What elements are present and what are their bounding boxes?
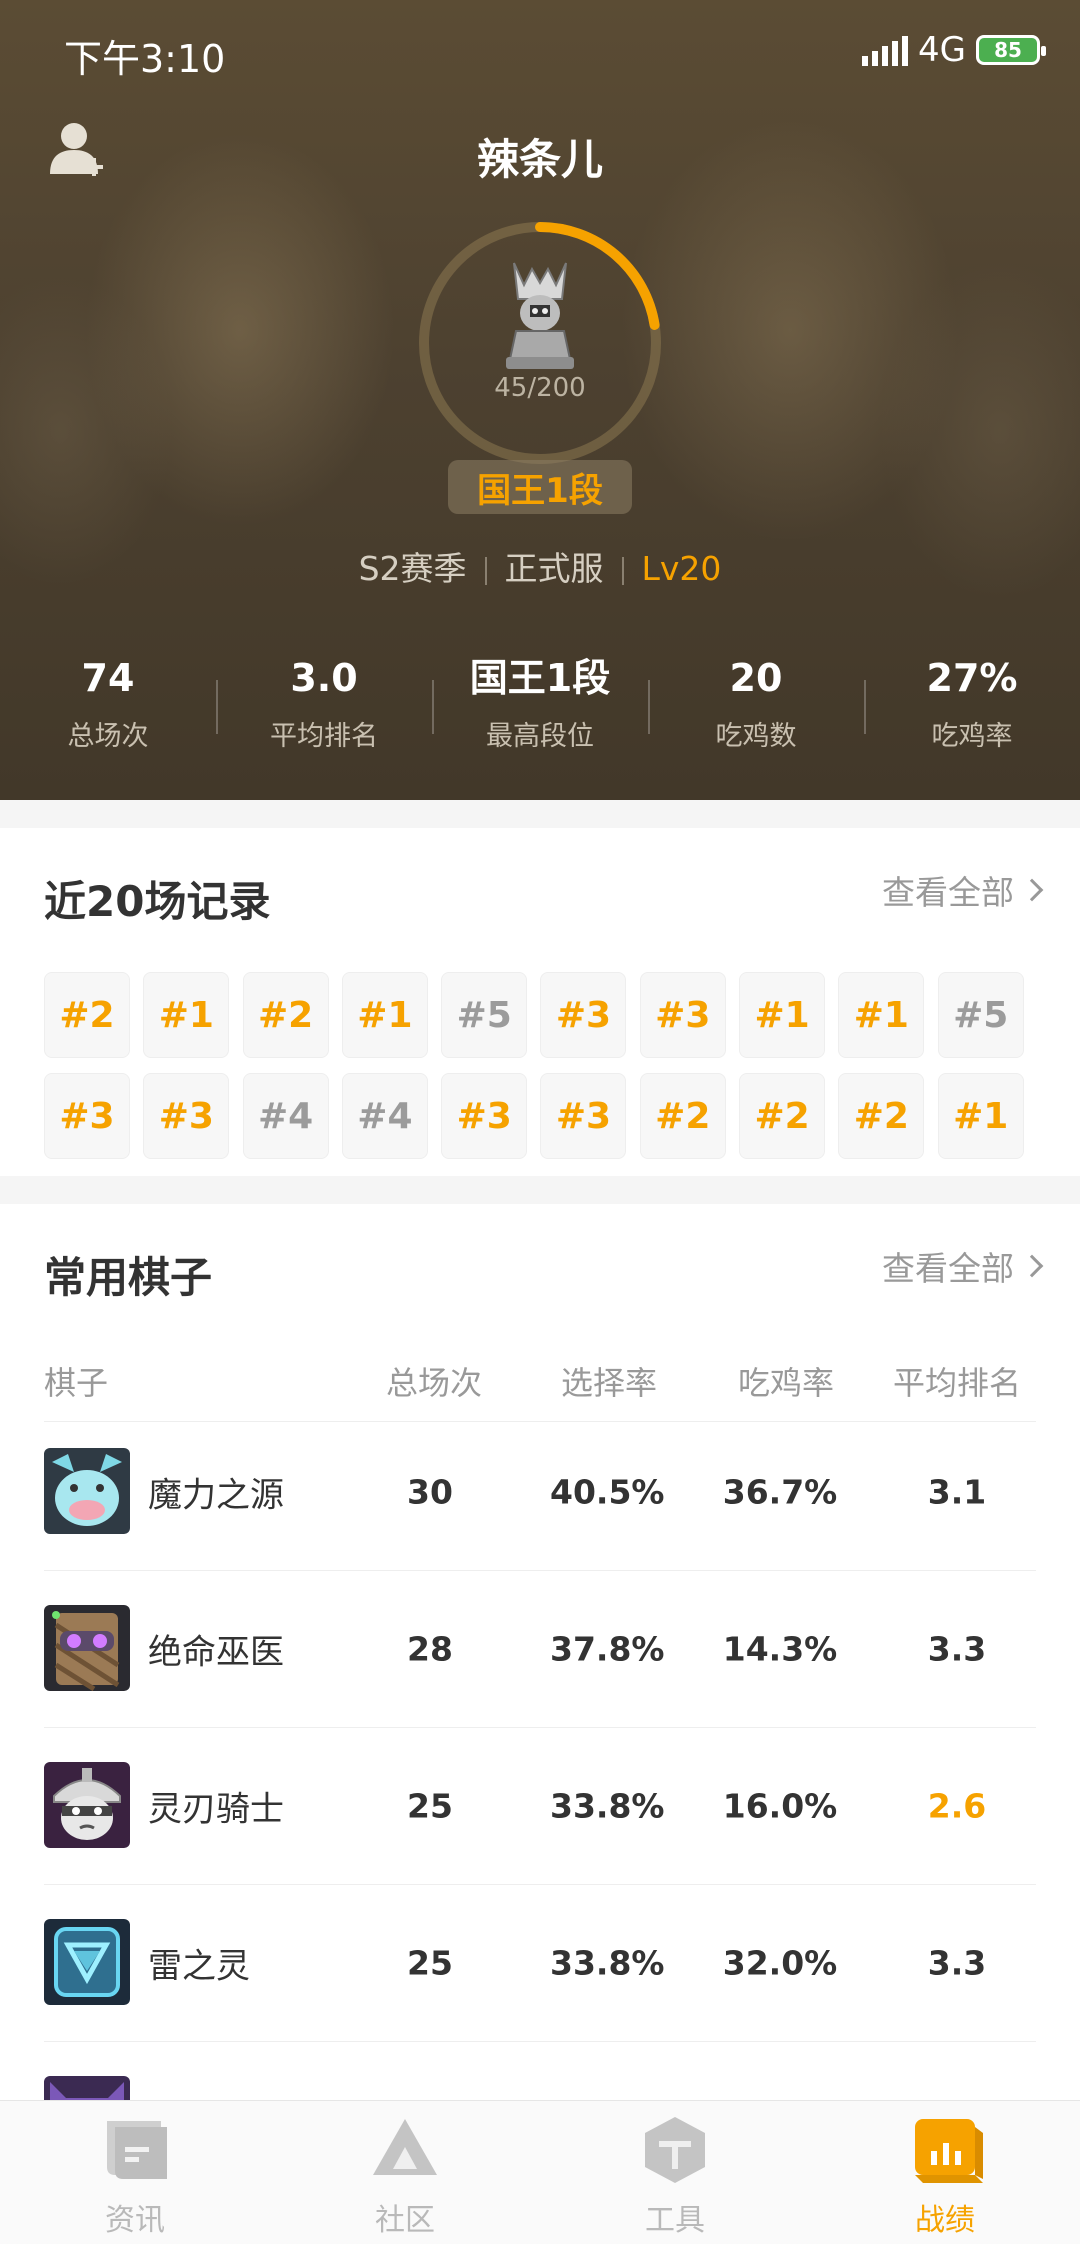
record-chip[interactable]: #3 bbox=[639, 972, 726, 1058]
piece-avg-rank: 3.3 bbox=[927, 1943, 987, 1983]
recent-records-title: 近20场记录 bbox=[44, 877, 271, 926]
record-chip[interactable]: #3 bbox=[441, 1073, 528, 1159]
recent-records-card: 近20场记录 查看全部 #2 #1 #2 #1 #5 #3 #3 #1 #1 #5 #3 #3 #4 #4… bbox=[0, 828, 1080, 1176]
pieces-table-body: 魔力之源 30 40.5% 36.7% 3.1 绝命巫医 28 37.8% 14… bbox=[44, 1414, 1036, 2104]
record-chip[interactable]: #2 bbox=[242, 972, 329, 1058]
record-chip[interactable]: #1 bbox=[838, 972, 925, 1058]
nav-community[interactable]: 社区 bbox=[270, 2101, 540, 2244]
level-label: Lv20 bbox=[641, 549, 722, 588]
piece-name: 绝命巫医 bbox=[148, 1632, 284, 1673]
stat-wins: 20 吃鸡数 bbox=[648, 650, 864, 770]
table-row[interactable]: 魔力之源 30 40.5% 36.7% 3.1 bbox=[44, 1414, 1036, 1571]
record-chip[interactable]: #4 bbox=[242, 1073, 329, 1159]
piece-name: 雷之灵 bbox=[148, 1946, 250, 1987]
header-piece: 棋子 bbox=[44, 1364, 109, 1402]
status-bar: 下午3:10 4G 85 bbox=[0, 0, 1080, 100]
piece-pick-rate: 40.5% bbox=[550, 1472, 665, 1512]
signal-icon bbox=[862, 34, 909, 66]
piece-avg-rank: 3.3 bbox=[927, 1629, 987, 1669]
header-win-rate: 吃鸡率 bbox=[737, 1364, 834, 1402]
piece-games: 28 bbox=[407, 1629, 453, 1669]
pieces-table-header: 棋子 总场次 选择率 吃鸡率 平均排名 bbox=[44, 1352, 1036, 1422]
table-row[interactable] bbox=[44, 2042, 1036, 2104]
piece-avg-rank: 2.6 bbox=[927, 1786, 987, 1826]
blade-knight-icon bbox=[44, 1762, 130, 1848]
profile-meta: S2赛季 正式服 Lv20 bbox=[0, 542, 1080, 590]
nav-records[interactable]: 战绩 bbox=[810, 2101, 1080, 2244]
table-row[interactable]: 灵刃骑士 25 33.8% 16.0% 2.6 bbox=[44, 1728, 1036, 1885]
status-time: 下午3:10 bbox=[64, 37, 226, 81]
record-chip[interactable]: #2 bbox=[639, 1073, 726, 1159]
rank-progress-ring: 45/200 bbox=[412, 215, 668, 471]
record-chip[interactable]: #4 bbox=[341, 1073, 428, 1159]
status-icons: 4G 85 bbox=[862, 30, 1046, 70]
battery-level: 85 bbox=[994, 38, 1022, 62]
server-label: 正式服 bbox=[504, 549, 604, 588]
witch-doctor-icon bbox=[44, 1605, 130, 1692]
record-chip[interactable]: #2 bbox=[838, 1073, 925, 1159]
records-icon bbox=[905, 2113, 985, 2187]
pieces-view-all-link[interactable]: 查看全部 bbox=[882, 1242, 1044, 1290]
table-row[interactable]: 绝命巫医 28 37.8% 14.3% 3.3 bbox=[44, 1571, 1036, 1728]
nav-tools[interactable]: 工具 bbox=[540, 2101, 810, 2244]
battery-icon: 85 bbox=[976, 35, 1046, 65]
records-grid: #2 #1 #2 #1 #5 #3 #3 #1 #1 #5 #3 #3 #4 #4 #3 #3 #2 #2 #2 #1 bbox=[44, 972, 1038, 1159]
tools-icon bbox=[635, 2113, 715, 2187]
community-icon bbox=[365, 2113, 445, 2187]
header-avg-rank: 平均排名 bbox=[892, 1364, 1021, 1402]
record-chip[interactable]: #3 bbox=[540, 1073, 627, 1159]
chevron-right-icon bbox=[1020, 1254, 1044, 1278]
header-pick-rate: 选择率 bbox=[560, 1364, 657, 1402]
piece-name: 魔力之源 bbox=[148, 1475, 284, 1516]
stat-highest-rank: 国王1段 最高段位 bbox=[432, 650, 648, 770]
piece-win-rate: 36.7% bbox=[722, 1472, 838, 1512]
common-pieces-title: 常用棋子 bbox=[44, 1253, 213, 1302]
record-chip[interactable]: #1 bbox=[739, 972, 826, 1058]
piece-games: 25 bbox=[407, 1786, 453, 1826]
record-chip[interactable]: #5 bbox=[937, 972, 1024, 1058]
stats-row: 74 总场次 3.0 平均排名 国王1段 最高段位 20 吃鸡数 27% 吃鸡率 bbox=[0, 650, 1080, 770]
piece-games: 30 bbox=[407, 1472, 453, 1512]
bottom-navigation: 资讯 社区 工具 战绩 bbox=[0, 2100, 1080, 2244]
recent-view-all-link[interactable]: 查看全部 bbox=[882, 866, 1044, 914]
record-chip[interactable]: #3 bbox=[540, 972, 627, 1058]
stat-total-games: 74 总场次 bbox=[67, 656, 149, 752]
news-icon bbox=[95, 2113, 175, 2187]
piece-win-rate: 14.3% bbox=[722, 1629, 838, 1669]
piece-pick-rate: 37.8% bbox=[550, 1629, 665, 1669]
common-pieces-card: 常用棋子 查看全部 棋子 总场次 选择率 吃鸡率 平均排名 魔力之源 30 40… bbox=[0, 1204, 1080, 2104]
record-chip[interactable]: #1 bbox=[143, 972, 230, 1058]
piece-name: 灵刃骑士 bbox=[148, 1789, 284, 1830]
piece-avg-rank: 3.1 bbox=[927, 1472, 987, 1512]
network-type: 4G bbox=[918, 30, 966, 70]
table-row[interactable]: 雷之灵 25 33.8% 32.0% 3.3 bbox=[44, 1885, 1036, 2042]
stat-win-rate: 27% 吃鸡率 bbox=[864, 650, 1080, 770]
piece-pick-rate: 33.8% bbox=[550, 1943, 665, 1983]
profile-header: 下午3:10 4G 85 辣条儿 45/200 国王1段 S2赛季 正式服 Lv… bbox=[0, 0, 1080, 800]
record-chip[interactable]: #3 bbox=[143, 1073, 230, 1159]
record-chip[interactable]: #2 bbox=[739, 1073, 826, 1159]
record-chip[interactable]: #5 bbox=[441, 972, 528, 1058]
rank-progress-text: 45/200 bbox=[494, 373, 586, 403]
header-total-games: 总场次 bbox=[385, 1364, 482, 1402]
piece-pick-rate: 33.8% bbox=[550, 1786, 665, 1826]
record-chip[interactable]: #1 bbox=[937, 1073, 1024, 1159]
record-chip[interactable]: #3 bbox=[44, 1073, 130, 1159]
thunder-spirit-icon bbox=[44, 1919, 130, 2005]
stat-avg-rank: 3.0 平均排名 bbox=[216, 650, 432, 770]
season-label: S2赛季 bbox=[358, 549, 467, 588]
mana-source-icon bbox=[44, 1448, 130, 1534]
record-chip[interactable]: #2 bbox=[44, 972, 130, 1058]
record-chip[interactable]: #1 bbox=[341, 972, 428, 1058]
rank-badge: 国王1段 bbox=[448, 460, 632, 514]
piece-games: 25 bbox=[407, 1943, 453, 1983]
chevron-right-icon bbox=[1020, 878, 1044, 902]
nav-news[interactable]: 资讯 bbox=[0, 2101, 270, 2244]
player-name: 辣条儿 bbox=[476, 135, 603, 184]
rank-emblem-icon bbox=[500, 255, 580, 373]
piece-win-rate: 16.0% bbox=[722, 1786, 838, 1826]
piece-win-rate: 32.0% bbox=[722, 1943, 838, 1983]
